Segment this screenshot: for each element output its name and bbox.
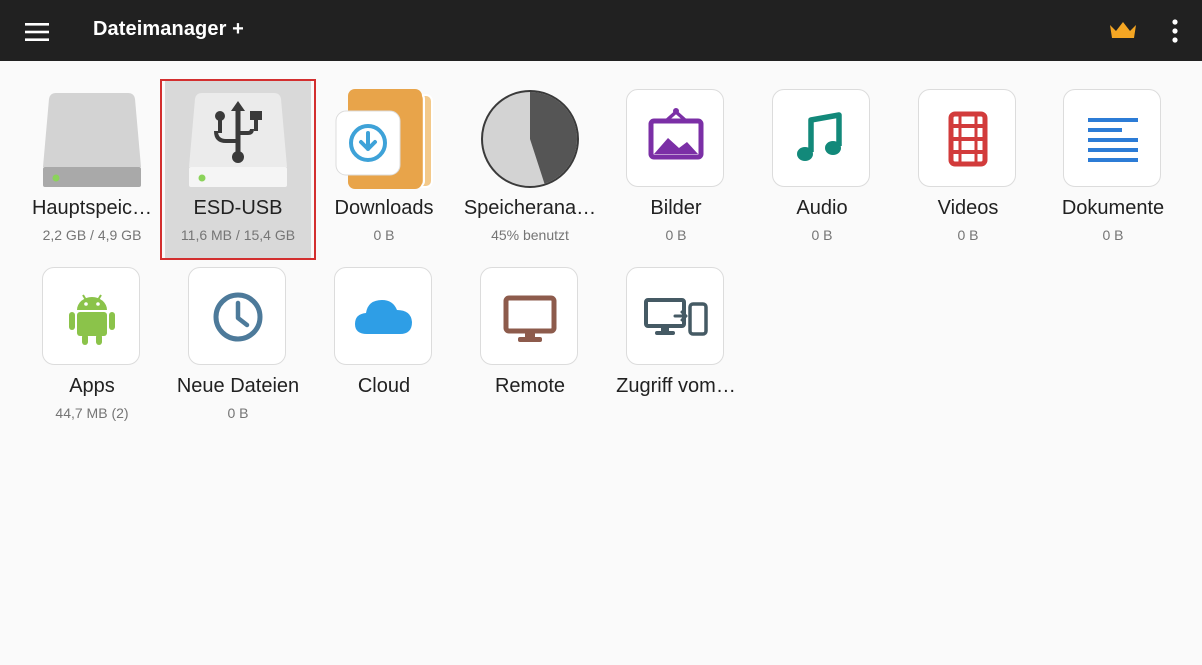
tile-apps[interactable]: Apps 44,7 MB (2) (19, 258, 165, 436)
tile-storage-analyzer[interactable]: Speicherana… 45% benutzt (457, 80, 603, 258)
tile-downloads[interactable]: Downloads 0 B (311, 80, 457, 258)
tile-usb-drive[interactable]: ESD-USB 11,6 MB / 15,4 GB (165, 80, 311, 258)
tile-subtitle: 44,7 MB (2) (55, 405, 129, 421)
tile-subtitle: 0 B (227, 405, 249, 421)
usb-drive-icon (188, 89, 288, 189)
tile-subtitle: 0 B (1102, 227, 1124, 243)
internal-storage-icon (42, 89, 142, 189)
tile-audio[interactable]: Audio 0 B (749, 80, 895, 258)
tile-label: Zugriff vom… (616, 375, 736, 397)
crown-icon[interactable] (1105, 16, 1141, 46)
tile-subtitle: 0 B (957, 227, 979, 243)
tile-recent-files[interactable]: Neue Dateien 0 B (165, 258, 311, 436)
tile-videos[interactable]: Videos 0 B (895, 80, 1041, 258)
devices-icon (626, 267, 724, 365)
tile-subtitle: 0 B (665, 227, 687, 243)
cloud-icon (334, 267, 432, 365)
tile-label: Neue Dateien (176, 375, 300, 397)
tile-subtitle: 0 B (811, 227, 833, 243)
android-icon (42, 267, 140, 365)
more-vertical-icon[interactable] (1162, 14, 1188, 48)
downloads-folder-icon (334, 89, 434, 189)
tile-label: Audio (796, 197, 848, 219)
tile-label: Apps (69, 375, 115, 397)
tile-images[interactable]: Bilder 0 B (603, 80, 749, 258)
storage-pie-icon (480, 89, 580, 189)
tile-label: Downloads (334, 197, 434, 219)
document-lines-icon (1063, 89, 1161, 187)
tile-label: Speicherana… (463, 197, 597, 219)
app-bar: Dateimanager + (0, 0, 1202, 61)
tile-cloud[interactable]: Cloud (311, 258, 457, 436)
tile-remote[interactable]: Remote (457, 258, 603, 436)
monitor-icon (480, 267, 578, 365)
hamburger-menu-icon[interactable] (18, 14, 56, 48)
tile-label: ESD-USB (193, 197, 283, 219)
image-icon (626, 89, 724, 187)
tile-label: Hauptspeic… (31, 197, 153, 219)
tile-label: Bilder (650, 197, 702, 219)
tile-subtitle: 45% benutzt (491, 227, 569, 243)
app-title: Dateimanager + (93, 18, 244, 40)
tile-subtitle: 11,6 MB / 15,4 GB (180, 227, 296, 243)
tile-label: Cloud (357, 375, 411, 397)
tile-documents[interactable]: Dokumente 0 B (1040, 80, 1186, 258)
tile-label: Dokumente (1061, 197, 1165, 219)
tile-label: Remote (494, 375, 566, 397)
clock-icon (188, 267, 286, 365)
tile-subtitle: 0 B (373, 227, 395, 243)
tile-label: Videos (937, 197, 999, 219)
film-icon (918, 89, 1016, 187)
tile-internal-storage[interactable]: Hauptspeic… 2,2 GB / 4,9 GB (19, 80, 165, 258)
tile-subtitle: 2,2 GB / 4,9 GB (42, 227, 142, 243)
tile-remote-access[interactable]: Zugriff vom… (603, 258, 749, 436)
music-note-icon (772, 89, 870, 187)
